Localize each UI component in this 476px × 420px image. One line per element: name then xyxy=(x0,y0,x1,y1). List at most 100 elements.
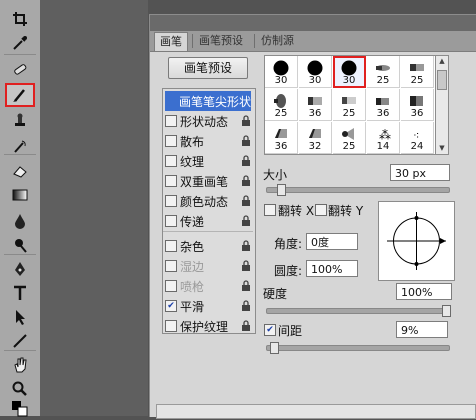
brush-option-5[interactable]: 颜色动态 xyxy=(165,191,251,211)
brush-tip-6[interactable]: 36 xyxy=(299,89,332,121)
brush-tip-10[interactable]: 36 xyxy=(265,122,298,154)
spacing-checkbox[interactable]: ✔ xyxy=(264,324,276,336)
eyedropper-tool[interactable] xyxy=(6,32,34,54)
brush-tip-1[interactable]: 30 xyxy=(299,56,332,88)
healing-brush-tool[interactable] xyxy=(6,58,34,80)
brush-tip-7[interactable]: 25 xyxy=(333,89,366,121)
option-lock[interactable] xyxy=(241,260,251,272)
option-checkbox[interactable] xyxy=(165,135,177,147)
size-slider-thumb[interactable] xyxy=(276,184,286,196)
blur-tool[interactable] xyxy=(6,210,34,232)
brush-option-7[interactable]: 杂色 xyxy=(165,236,251,256)
brush-tool[interactable] xyxy=(5,83,35,107)
scroll-down-icon[interactable]: ▼ xyxy=(436,143,448,154)
brush-tip-size: 25 xyxy=(342,108,356,119)
option-lock[interactable] xyxy=(241,300,251,312)
option-checkbox[interactable]: ✔ xyxy=(165,300,177,312)
brush-tip-14[interactable]: ⁖ 24 xyxy=(401,122,434,154)
spacing-field[interactable]: 9% xyxy=(396,321,448,338)
brush-tip-9[interactable]: 36 xyxy=(401,89,434,121)
panel-title-bar[interactable] xyxy=(150,15,476,31)
roundness-field[interactable]: 100% xyxy=(306,260,358,277)
hardness-field[interactable]: 100% xyxy=(396,283,452,300)
crop-tool[interactable] xyxy=(6,8,34,30)
option-checkbox[interactable] xyxy=(165,155,177,167)
brush-option-1[interactable]: 形状动态 xyxy=(165,111,251,131)
type-tool[interactable] xyxy=(6,282,34,304)
brush-grid-scrollbar[interactable]: ▲ ▼ xyxy=(435,55,449,155)
zoom-tool[interactable] xyxy=(6,378,34,400)
brush-option-11[interactable]: 保护纹理 xyxy=(165,316,251,336)
swatch-icon xyxy=(12,401,28,417)
option-lock[interactable] xyxy=(241,135,251,147)
option-lock[interactable] xyxy=(241,115,251,127)
brush-tip-13[interactable]: ⁂ 14 xyxy=(367,122,400,154)
hardness-slider-thumb[interactable] xyxy=(442,305,451,317)
brush-presets-button[interactable]: 画笔预设 xyxy=(168,57,248,79)
hand-tool[interactable] xyxy=(6,354,34,376)
brush-option-0[interactable]: 画笔笔尖形状 xyxy=(165,91,251,111)
brush-tip-5[interactable]: 25 xyxy=(265,89,298,121)
tab-brush[interactable]: 画笔 xyxy=(154,32,188,51)
toolbar-divider xyxy=(4,154,36,155)
lock-icon xyxy=(242,300,250,311)
brush-icon xyxy=(13,89,25,102)
brush-option-8[interactable]: 湿边 xyxy=(165,256,251,276)
spacing-slider-track[interactable] xyxy=(266,345,450,351)
scroll-thumb[interactable] xyxy=(437,70,447,90)
option-lock[interactable] xyxy=(241,175,251,187)
brush-option-9[interactable]: 喷枪 xyxy=(165,276,251,296)
option-checkbox[interactable] xyxy=(165,280,177,292)
brush-tip-3[interactable]: 25 xyxy=(367,56,400,88)
brush-tip-11[interactable]: 32 xyxy=(299,122,332,154)
option-checkbox[interactable] xyxy=(165,240,177,252)
brush-angle-preview[interactable] xyxy=(378,201,455,281)
option-checkbox[interactable] xyxy=(165,175,177,187)
option-checkbox[interactable] xyxy=(165,320,177,332)
gradient-tool[interactable] xyxy=(6,184,34,206)
brush-tip-0[interactable]: 30 xyxy=(265,56,298,88)
path-selection-tool[interactable] xyxy=(6,306,34,328)
brush-tip-4[interactable]: 25 xyxy=(401,56,434,88)
flip-x-checkbox[interactable] xyxy=(264,204,276,216)
size-field[interactable]: 30 px xyxy=(390,164,450,181)
option-lock[interactable] xyxy=(241,320,251,332)
brush-option-2[interactable]: 散布 xyxy=(165,131,251,151)
arrow-icon xyxy=(16,310,25,325)
brush-tip-8[interactable]: 36 xyxy=(367,89,400,121)
tab-brush-presets[interactable]: 画笔预设 xyxy=(194,32,248,50)
option-lock[interactable] xyxy=(241,215,251,227)
line-tool[interactable] xyxy=(6,330,34,352)
angle-field[interactable]: 0度 xyxy=(306,233,358,250)
brush-option-4[interactable]: 双重画笔 xyxy=(165,171,251,191)
option-checkbox[interactable] xyxy=(165,195,177,207)
brush-option-3[interactable]: 纹理 xyxy=(165,151,251,171)
zoom-icon xyxy=(12,381,27,396)
pen-tool[interactable] xyxy=(6,258,34,280)
bandage-icon xyxy=(14,64,27,75)
color-swatches[interactable] xyxy=(6,398,34,420)
option-checkbox[interactable] xyxy=(165,215,177,227)
brush-tip-12[interactable]: 25 xyxy=(333,122,366,154)
eraser-tool[interactable] xyxy=(6,160,34,182)
flip-y-checkbox[interactable] xyxy=(315,204,327,216)
hardness-slider-track[interactable] xyxy=(266,308,450,314)
scroll-up-icon[interactable]: ▲ xyxy=(436,56,448,67)
option-lock[interactable] xyxy=(241,280,251,292)
spacing-slider-thumb[interactable] xyxy=(269,342,279,354)
brush-tip-size: 14 xyxy=(376,141,390,152)
option-lock[interactable] xyxy=(241,195,251,207)
brush-tip-2[interactable]: 30 xyxy=(333,56,366,88)
brush-option-6[interactable]: 传递 xyxy=(165,211,251,231)
size-slider-track[interactable] xyxy=(266,187,450,193)
brush-option-10[interactable]: ✔ 平滑 xyxy=(165,296,251,316)
tab-clone-source[interactable]: 仿制源 xyxy=(256,32,299,50)
option-lock[interactable] xyxy=(241,240,251,252)
option-label: 纹理 xyxy=(180,154,205,169)
dodge-tool[interactable] xyxy=(6,234,34,256)
clone-stamp-tool[interactable] xyxy=(6,110,34,132)
brush-tip-icon xyxy=(308,97,322,105)
option-checkbox[interactable] xyxy=(165,115,177,127)
option-checkbox[interactable] xyxy=(165,260,177,272)
option-lock[interactable] xyxy=(241,155,251,167)
